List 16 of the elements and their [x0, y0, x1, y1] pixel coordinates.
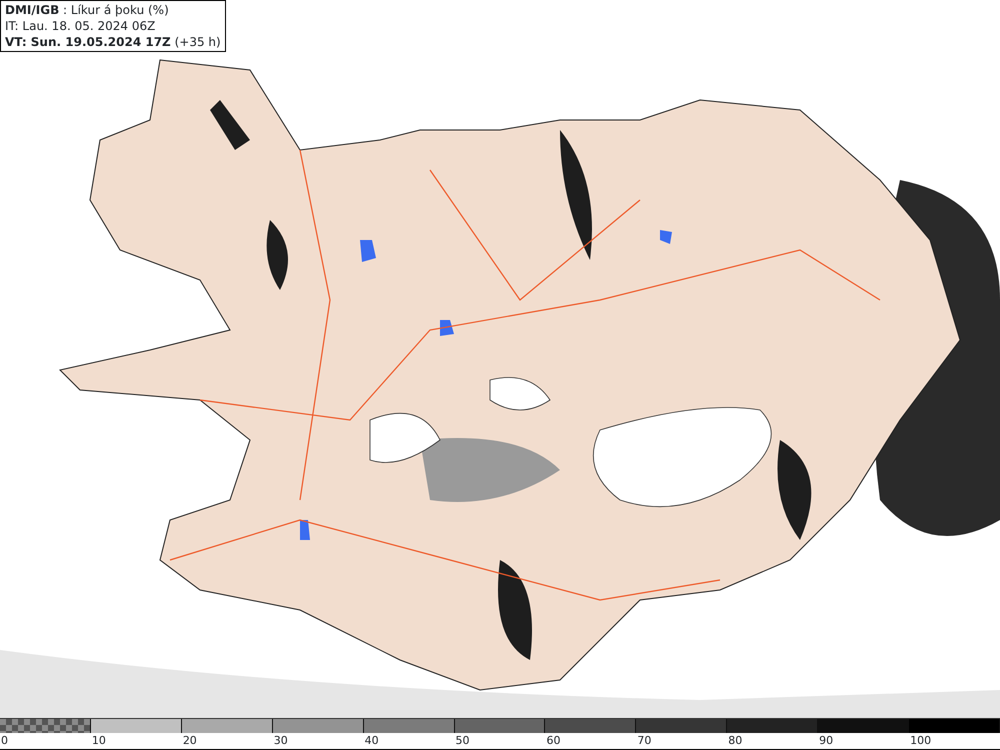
- legend-label: 0: [1, 734, 8, 747]
- legend-label: 80: [728, 734, 742, 747]
- legend-label: 100: [910, 734, 932, 747]
- map-title: : Líkur á þoku (%): [63, 3, 169, 17]
- legend-label: 60: [546, 734, 560, 747]
- legend-label: 70: [637, 734, 652, 747]
- issue-time: IT: Lau. 18. 05. 2024 06Z: [5, 19, 156, 33]
- lead-time: (+35 h): [174, 35, 221, 49]
- source-label: DMI/IGB: [5, 3, 60, 17]
- legend-label: 90: [819, 734, 834, 747]
- legend-label: 40: [364, 734, 379, 747]
- legend-label: 50: [456, 734, 470, 747]
- legend-label: 10: [92, 734, 106, 747]
- valid-time: VT: Sun. 19.05.2024 17Z: [5, 35, 171, 49]
- legend-label: 20: [182, 734, 197, 747]
- legend-label: 30: [274, 734, 288, 747]
